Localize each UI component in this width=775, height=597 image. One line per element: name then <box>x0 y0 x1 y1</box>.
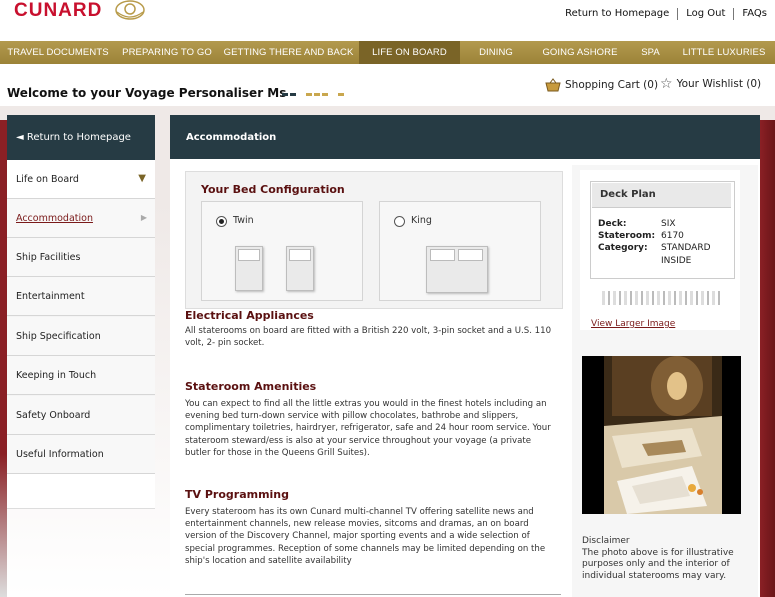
decorative-red-edge <box>760 120 775 597</box>
sidebar-item-label: Ship Specification <box>16 331 101 342</box>
deck-value: SIX <box>661 219 676 229</box>
nav-getting-there[interactable]: GETTING THERE AND BACK <box>218 41 359 64</box>
king-radio[interactable] <box>394 216 405 227</box>
disclaimer: Disclaimer The photo above is for illust… <box>582 536 742 582</box>
sidebar-item-ship-facilities[interactable]: Ship Facilities <box>7 238 155 277</box>
decorative-stripes <box>282 93 344 96</box>
sidebar-footer <box>7 474 155 509</box>
top-links: Return to Homepage Log Out FAQs <box>557 8 775 20</box>
stateroom-value: 6170 <box>661 231 684 241</box>
star-icon: ☆ <box>660 76 673 92</box>
sidebar-section-label: Life on Board <box>16 174 79 185</box>
triangle-down-icon: ▼ <box>138 173 146 184</box>
nav-going-ashore[interactable]: GOING ASHORE <box>532 41 628 64</box>
stateroom-label: Stateroom: <box>598 231 656 241</box>
triangle-right-icon: ▶ <box>140 213 147 222</box>
king-label: King <box>411 215 432 226</box>
faqs-link[interactable]: FAQs <box>733 8 775 20</box>
wishlist-label: Your Wishlist (0) <box>676 78 762 90</box>
category-value-2: INSIDE <box>661 256 692 266</box>
sidebar-item-useful-information[interactable]: Useful Information <box>7 435 155 474</box>
section-text-tv: Every stateroom has its own Cunard multi… <box>185 507 546 566</box>
sidebar-item-keeping-in-touch[interactable]: Keeping in Touch <box>7 356 155 395</box>
sidebar-item-safety-onboard[interactable]: Safety Onboard <box>7 396 155 435</box>
sidebar-item-label: Keeping in Touch <box>16 370 97 381</box>
shopping-cart-link[interactable]: Shopping Cart (0) <box>545 78 658 92</box>
nav-life-on-board[interactable]: LIFE ON BOARD <box>359 41 460 64</box>
deck-label: Deck: <box>598 219 627 229</box>
sidebar-return-homepage[interactable]: ◄ Return to Homepage <box>7 115 155 160</box>
section-text-electrical: All staterooms on board are fitted with … <box>185 326 552 349</box>
cunard-logo[interactable]: CUNARD <box>14 0 102 22</box>
main-nav: TRAVEL DOCUMENTS PREPARING TO GO GETTING… <box>0 41 775 64</box>
sidebar-item-label: Accommodation <box>16 213 93 224</box>
bed-configuration-title: Your Bed Configuration <box>201 183 345 196</box>
nav-travel-documents[interactable]: TRAVEL DOCUMENTS <box>0 41 116 64</box>
category-value: STANDARD <box>661 243 711 253</box>
twin-label: Twin <box>233 215 254 226</box>
sidebar-item-label: Useful Information <box>16 449 104 460</box>
disclaimer-text: The photo above is for illustrative purp… <box>582 547 734 581</box>
sidebar-section-life-on-board[interactable]: Life on Board ▼ <box>7 160 155 199</box>
category-label: Category: <box>598 243 648 253</box>
section-heading-amenities: Stateroom Amenities <box>185 380 317 393</box>
nav-spa[interactable]: SPA <box>628 41 673 64</box>
divider <box>185 594 561 595</box>
decorative-red-edge-left <box>0 120 7 597</box>
cunard-crest-icon <box>115 0 145 20</box>
nav-preparing-to-go[interactable]: PREPARING TO GO <box>116 41 218 64</box>
deck-plan-thumbnail[interactable] <box>602 291 722 305</box>
section-heading-electrical: Electrical Appliances <box>185 309 314 322</box>
section-text-amenities: You can expect to find all the little ex… <box>185 399 551 458</box>
page-title: Accommodation <box>186 132 277 143</box>
logout-link[interactable]: Log Out <box>677 8 733 20</box>
view-larger-image-link[interactable]: View Larger Image <box>591 319 675 329</box>
sidebar-item-ship-specification[interactable]: Ship Specification <box>7 317 155 356</box>
disclaimer-title: Disclaimer <box>582 536 630 546</box>
welcome-heading: Welcome to your Voyage Personaliser Ms <box>7 86 287 100</box>
wishlist-link[interactable]: ☆ Your Wishlist (0) <box>660 76 762 92</box>
section-heading-tv: TV Programming <box>185 488 290 501</box>
return-homepage-link[interactable]: Return to Homepage <box>557 8 677 20</box>
nav-dining[interactable]: DINING <box>460 41 532 64</box>
sidebar-item-entertainment[interactable]: Entertainment <box>7 277 155 316</box>
deck-plan-title: Deck Plan <box>600 189 656 200</box>
sidebar-item-label: Entertainment <box>16 291 85 302</box>
cart-label: Shopping Cart (0) <box>565 79 659 91</box>
main-header: Accommodation <box>170 115 760 159</box>
twin-radio[interactable] <box>216 216 227 227</box>
single-bed-icon <box>235 246 263 291</box>
bed-option-king[interactable]: King <box>379 201 541 301</box>
sidebar-item-label: Ship Facilities <box>16 252 81 263</box>
sidebar-item-accommodation[interactable]: Accommodation ▶ <box>7 199 155 238</box>
single-bed-icon <box>286 246 314 291</box>
bed-option-twin[interactable]: Twin <box>201 201 363 301</box>
deck-plan-header: Deck Plan <box>592 183 731 208</box>
sidebar-item-label: Safety Onboard <box>16 410 91 421</box>
king-bed-icon <box>426 246 488 293</box>
basket-icon <box>545 78 561 92</box>
sidebar-return-label: ◄ Return to Homepage <box>16 132 131 143</box>
nav-little-luxuries[interactable]: LITTLE LUXURIES <box>673 41 775 64</box>
stateroom-photo <box>582 356 741 514</box>
